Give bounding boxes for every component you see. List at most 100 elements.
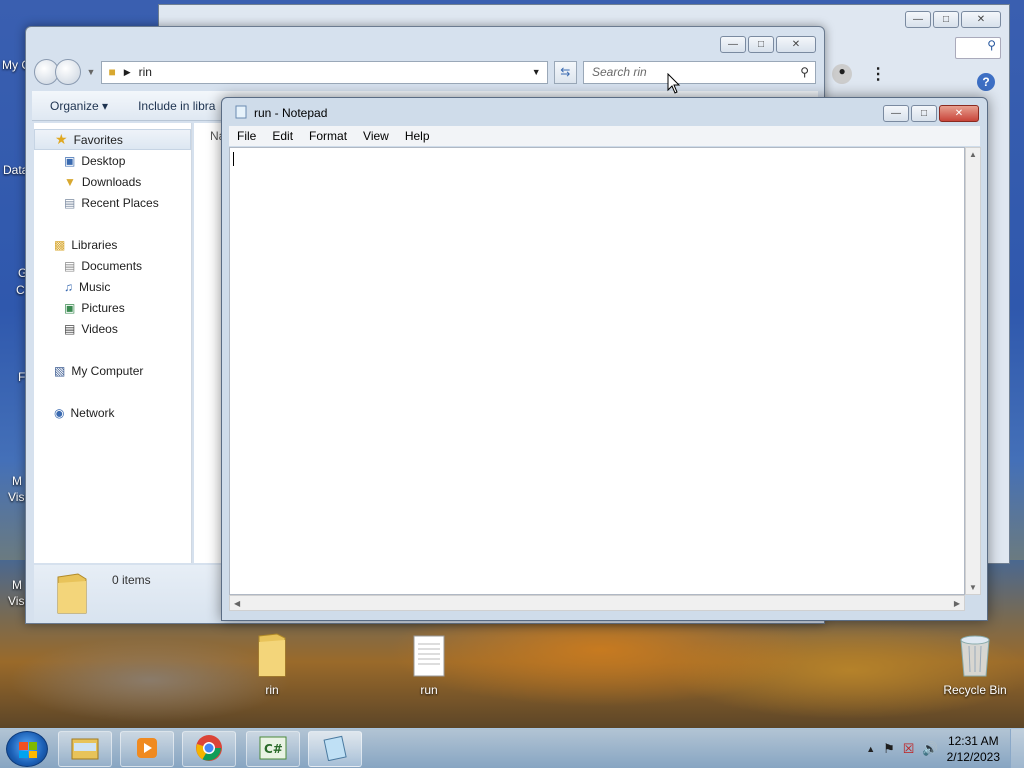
close-button[interactable]: ✕ (939, 104, 979, 122)
chrome-icon (195, 734, 223, 765)
item-count: 0 items (112, 573, 151, 587)
file-list[interactable]: Na (194, 123, 225, 563)
scroll-down-icon[interactable]: ▼ (969, 583, 977, 592)
maximize-button[interactable]: □ (748, 35, 774, 53)
minimize-button[interactable]: — (720, 35, 746, 53)
start-button[interactable] (6, 731, 48, 767)
desktop-icon-label-partial[interactable]: C (16, 283, 25, 297)
maximize-button[interactable]: □ (933, 10, 959, 28)
menu-edit[interactable]: Edit (264, 129, 301, 143)
search-input[interactable]: Search rin ⚲ (583, 60, 816, 84)
videos-icon: ▤ (64, 321, 76, 336)
desktop-icon-label: rin (265, 683, 279, 697)
desktop-icon-label: Recycle Bin (943, 683, 1007, 697)
clock-time: 12:31 AM (947, 734, 999, 748)
menu-view[interactable]: View (355, 129, 397, 143)
breadcrumb-arrow-icon[interactable]: ▶ (124, 67, 131, 78)
explorer-titlebar: — □ ✕ (26, 27, 824, 57)
clock[interactable]: 12:31 AM 2/12/2023 (947, 733, 1000, 765)
menu-file[interactable]: File (229, 129, 264, 143)
desktop-icon-rin[interactable]: rin (237, 632, 307, 697)
horizontal-scrollbar[interactable]: ◀ ▶ (229, 595, 965, 611)
folder-icon: ■ (108, 65, 116, 79)
taskbar-explorer-button[interactable] (58, 731, 112, 767)
nav-item-videos[interactable]: ▤ Videos (34, 318, 191, 339)
taskbar-media-player-button[interactable] (120, 731, 174, 767)
svg-text:C#: C# (264, 742, 283, 756)
menu-bar: File Edit Format View Help (229, 126, 980, 146)
nav-item-documents[interactable]: ▤ Documents (34, 255, 191, 276)
maximize-button[interactable]: □ (911, 104, 937, 122)
action-center-icon[interactable]: ⚑ (883, 741, 895, 757)
refresh-button[interactable]: ⇆ (553, 60, 577, 84)
taskbar-notepad-button[interactable] (308, 731, 362, 767)
pictures-icon: ▣ (64, 300, 76, 315)
close-button[interactable]: ✕ (776, 35, 816, 53)
address-box[interactable]: ■ ▶ rin ▼ (101, 60, 548, 84)
mouse-cursor-icon (667, 72, 681, 98)
show-desktop-button[interactable] (1010, 729, 1024, 768)
search-icon[interactable]: ⚲ (955, 37, 1001, 59)
downloads-icon: ▼ (64, 174, 76, 189)
nav-item-network[interactable]: ◉ Network (34, 402, 191, 423)
text-caret (233, 152, 234, 166)
network-status-icon[interactable]: ☒ (903, 741, 915, 757)
desktop-icon-label: run (420, 683, 438, 697)
text-editor-area[interactable] (229, 147, 965, 595)
taskbar-chrome-button[interactable] (182, 731, 236, 767)
notepad-titlebar[interactable]: run - Notepad — □ ✕ (222, 98, 987, 128)
desktop-icon-run[interactable]: run (394, 634, 464, 697)
more-menu-icon[interactable]: ⋮ (870, 64, 886, 84)
breadcrumb[interactable]: rin (139, 65, 152, 79)
show-hidden-icons-icon[interactable]: ▲ (866, 744, 875, 754)
search-icon[interactable]: ⚲ (800, 65, 809, 79)
close-button[interactable]: ✕ (961, 10, 1001, 28)
forward-button[interactable] (55, 59, 81, 85)
details-pane: 0 items (34, 565, 224, 623)
documents-icon: ▤ (64, 258, 76, 273)
help-icon[interactable]: ? (977, 73, 995, 91)
media-player-icon (134, 735, 160, 764)
folder-icon (237, 632, 307, 681)
nav-item-recent-places[interactable]: ▤ Recent Places (34, 192, 191, 213)
desktop-icon-label-partial[interactable]: M (12, 578, 22, 592)
window-title: run - Notepad (254, 106, 328, 120)
desktop-icon-recycle-bin[interactable]: Recycle Bin (940, 632, 1010, 697)
nav-item-music[interactable]: ♫ Music (34, 276, 191, 297)
desktop-icon-label-partial[interactable]: M (12, 474, 22, 488)
history-dropdown-icon[interactable]: ▼ (87, 67, 96, 77)
star-icon: ★ (55, 131, 68, 147)
music-icon: ♫ (64, 279, 73, 294)
folder-icon (54, 571, 90, 618)
menu-help[interactable]: Help (397, 129, 438, 143)
navigation-pane: ★ Favorites ▣ Desktop ▼ Downloads ▤ Recent P… (34, 123, 192, 563)
windows-logo-icon (19, 742, 37, 758)
scroll-right-icon[interactable]: ▶ (954, 599, 960, 608)
organize-button[interactable]: Organize ▾ (50, 99, 108, 113)
volume-icon[interactable]: 🔊 (922, 741, 938, 757)
nav-item-desktop[interactable]: ▣ Desktop (34, 150, 191, 171)
search-placeholder: Search rin (592, 65, 647, 79)
file-explorer-icon (70, 735, 100, 764)
chevron-down-icon[interactable]: ▼ (532, 67, 541, 77)
scroll-left-icon[interactable]: ◀ (234, 599, 240, 608)
notepad-icon (234, 105, 248, 122)
address-bar-row: ▼ ■ ▶ rin ▼ ⇆ Search rin ⚲ (34, 57, 816, 87)
include-in-library-button[interactable]: Include in libra (138, 99, 215, 113)
notepad-window[interactable]: run - Notepad — □ ✕ File Edit Format Vie… (221, 97, 988, 621)
recycle-bin-icon (940, 632, 1010, 681)
nav-item-favorites[interactable]: ★ Favorites (34, 129, 191, 150)
nav-item-libraries[interactable]: ▩ Libraries (34, 234, 191, 255)
nav-item-my-computer[interactable]: ▧ My Computer (34, 360, 191, 381)
minimize-button[interactable]: — (905, 10, 931, 28)
vertical-scrollbar[interactable]: ▲ ▼ (965, 147, 981, 595)
nav-item-pictures[interactable]: ▣ Pictures (34, 297, 191, 318)
taskbar-csharp-button[interactable]: C# (246, 731, 300, 767)
profile-icon[interactable]: ● (832, 64, 853, 84)
nav-item-downloads[interactable]: ▼ Downloads (34, 171, 191, 192)
minimize-button[interactable]: — (883, 104, 909, 122)
menu-format[interactable]: Format (301, 129, 355, 143)
notepad-icon (321, 735, 349, 764)
system-tray: ▲ ⚑ ☒ 🔊 12:31 AM 2/12/2023 (866, 729, 1024, 768)
scroll-up-icon[interactable]: ▲ (969, 150, 977, 159)
